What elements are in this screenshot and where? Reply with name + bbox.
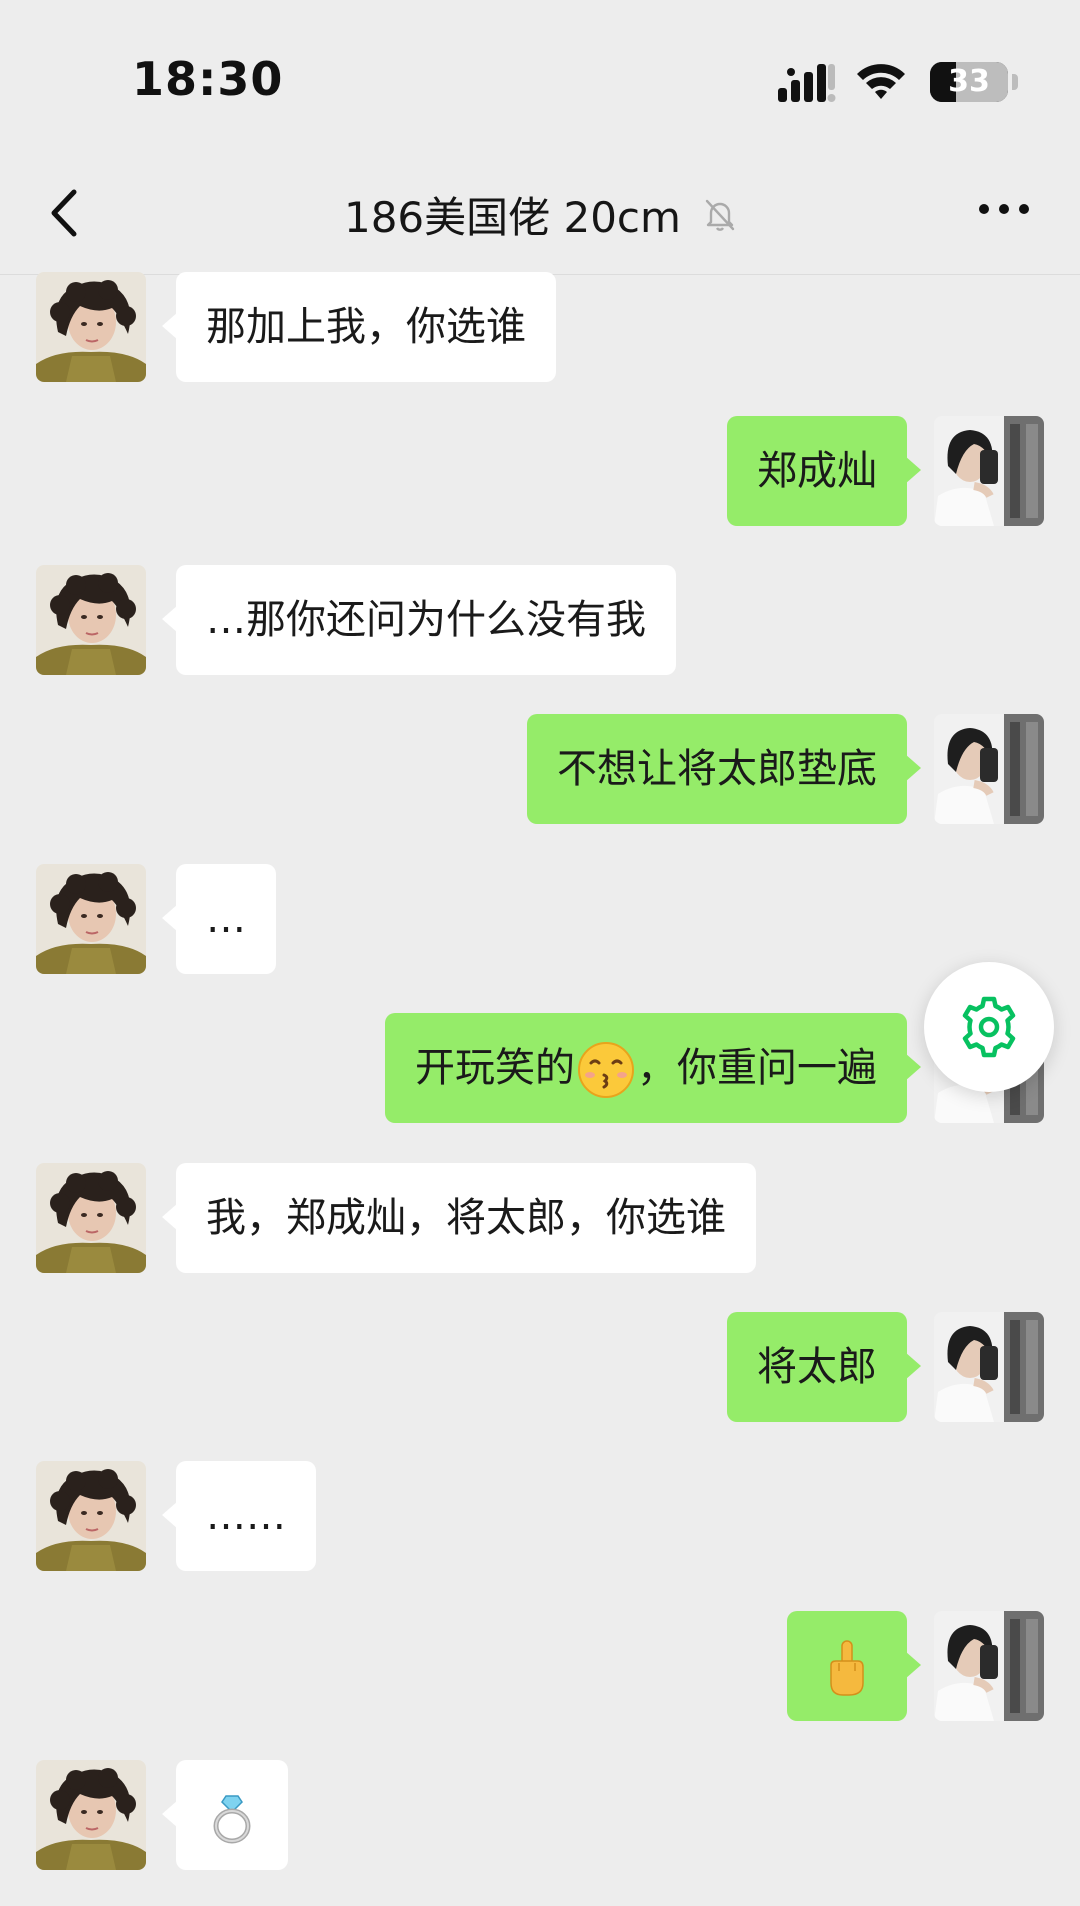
header-title-area: 186美国佬 20cm: [0, 184, 1080, 245]
message-bubble-incoming[interactable]: …: [162, 864, 276, 974]
chat-screen: 18:30 33 186美国佬 20cm 那加上我，你选谁 郑成灿 …那你还问为…: [0, 0, 1080, 1906]
message-bubble-outgoing[interactable]: [787, 1611, 921, 1721]
message-bubble-incoming[interactable]: [162, 1760, 288, 1870]
message-bubble-outgoing[interactable]: 不想让将太郎垫底: [527, 714, 921, 824]
contact-avatar[interactable]: [36, 1163, 146, 1273]
contact-avatar[interactable]: [36, 272, 146, 382]
floating-settings-button[interactable]: [924, 962, 1054, 1092]
message-bubble-outgoing[interactable]: 郑成灿: [727, 416, 921, 526]
contact-avatar[interactable]: [36, 1461, 146, 1571]
battery-icon: 33: [930, 62, 1008, 102]
message-bubble-incoming[interactable]: ……: [162, 1461, 316, 1571]
contact-avatar[interactable]: [36, 565, 146, 675]
middle-finger-emoji-icon: [830, 1640, 864, 1696]
battery-level: 33: [948, 64, 990, 99]
message-bubble-outgoing[interactable]: 开玩笑的 ，你重问一遍: [385, 1013, 921, 1123]
user-avatar[interactable]: [934, 714, 1044, 824]
cellular-signal-icon: [778, 64, 836, 102]
message-bubble-incoming[interactable]: 那加上我，你选谁: [162, 272, 556, 382]
message-text-part: ，你重问一遍: [637, 1045, 877, 1091]
message-text-part: 开玩笑的: [415, 1045, 575, 1091]
battery-cap: [1012, 74, 1018, 90]
message-bubble-incoming[interactable]: …那你还问为什么没有我: [162, 565, 676, 675]
kissing-face-emoji-icon: [578, 1042, 634, 1098]
contact-avatar[interactable]: [36, 1760, 146, 1870]
message-bubble-outgoing[interactable]: 将太郎: [727, 1312, 921, 1422]
message-bubble-incoming[interactable]: 我，郑成灿，将太郎，你选谁: [162, 1163, 756, 1273]
user-avatar[interactable]: [934, 1312, 1044, 1422]
user-avatar[interactable]: [934, 1611, 1044, 1721]
chat-title: 186美国佬 20cm: [343, 193, 681, 242]
more-options-icon[interactable]: [976, 194, 1032, 224]
status-time: 18:30: [132, 52, 284, 106]
user-avatar[interactable]: [934, 416, 1044, 526]
ring-emoji-icon: [213, 1795, 251, 1844]
status-bar: 18:30 33: [0, 0, 1080, 150]
mute-bell-icon: [705, 199, 735, 231]
gear-icon: [962, 996, 1016, 1058]
wifi-icon: [857, 64, 905, 99]
contact-avatar[interactable]: [36, 864, 146, 974]
chat-header: 186美国佬 20cm: [0, 150, 1080, 275]
